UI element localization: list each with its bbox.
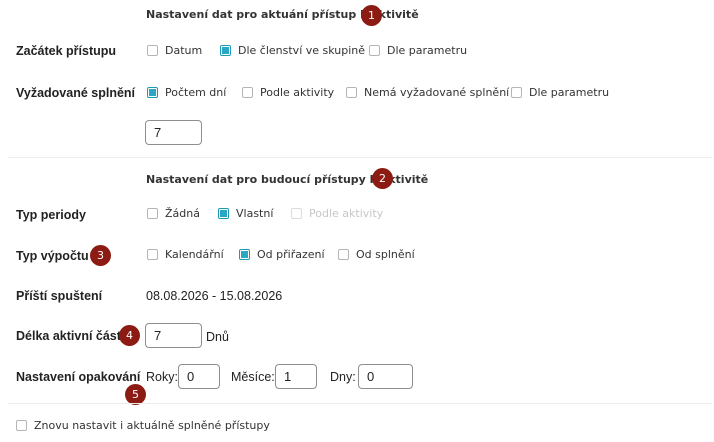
- checkbox[interactable]: [147, 45, 158, 56]
- checkbox[interactable]: [16, 420, 27, 431]
- calc-option-assignment[interactable]: Od přiřazení: [239, 248, 325, 261]
- checkbox[interactable]: [147, 249, 158, 260]
- checkbox[interactable]: [511, 87, 522, 98]
- access-start-option-group[interactable]: Dle členství ve skupině: [220, 44, 365, 57]
- completion-days-input[interactable]: [145, 120, 202, 145]
- checkbox[interactable]: [369, 45, 380, 56]
- period-option-none[interactable]: Žádná: [147, 207, 200, 220]
- completion-option-activity[interactable]: Podle aktivity: [242, 86, 334, 99]
- completion-option-none[interactable]: Nemá vyžadované splnění: [346, 86, 509, 99]
- access-start-option-date[interactable]: Datum: [147, 44, 202, 57]
- section-divider: [8, 403, 712, 404]
- required-completion-label: Vyžadované splnění: [16, 86, 136, 100]
- step-badge-4: 4: [119, 325, 140, 346]
- option-label: Znovu nastavit i aktuálně splněné přístu…: [34, 419, 270, 432]
- access-start-option-param[interactable]: Dle parametru: [369, 44, 467, 57]
- calc-option-calendar[interactable]: Kalendářní: [147, 248, 224, 261]
- option-label: Podle aktivity: [309, 207, 384, 220]
- option-label: Datum: [165, 44, 203, 57]
- period-option-custom[interactable]: Vlastní: [218, 207, 273, 220]
- repeat-settings-label: Nastavení opakování: [16, 370, 141, 384]
- next-run-label: Příští spuštení: [16, 289, 103, 303]
- option-label: Vlastní: [236, 207, 274, 220]
- repeat-months-input[interactable]: [275, 364, 317, 389]
- option-label: Podle aktivity: [260, 86, 335, 99]
- option-label: Dle parametru: [387, 44, 468, 57]
- period-type-label: Typ periody: [16, 208, 86, 222]
- next-run-value: 08.08.2026 - 15.08.2026: [146, 289, 283, 303]
- checkbox[interactable]: [147, 208, 158, 219]
- repeat-years-label: Roky:: [146, 370, 178, 384]
- repeat-days-label: Dny:: [330, 370, 356, 384]
- repeat-years-input[interactable]: [178, 364, 220, 389]
- period-option-activity: Podle aktivity: [291, 207, 383, 220]
- calc-type-label: Typ výpočtu: [16, 249, 89, 263]
- checkbox[interactable]: [218, 208, 229, 219]
- checkbox[interactable]: [242, 87, 253, 98]
- section-divider: [8, 157, 712, 158]
- completion-option-param[interactable]: Dle parametru: [511, 86, 609, 99]
- active-length-unit: Dnů: [206, 330, 229, 344]
- checkbox[interactable]: [346, 87, 357, 98]
- option-label: Od splnění: [356, 248, 415, 261]
- option-label: Dle parametru: [529, 86, 610, 99]
- checkbox: [291, 208, 302, 219]
- access-start-label: Začátek přístupu: [16, 44, 117, 58]
- option-label: Počtem dní: [165, 86, 227, 99]
- option-label: Dle členství ve skupině: [238, 44, 366, 57]
- reset-completed-option[interactable]: Znovu nastavit i aktuálně splněné přístu…: [16, 419, 270, 432]
- step-badge-1: 1: [361, 5, 382, 26]
- step-badge-5: 5: [125, 384, 146, 405]
- option-label: Od přiřazení: [257, 248, 325, 261]
- repeat-days-input[interactable]: [358, 364, 413, 389]
- repeat-months-label: Měsíce:: [231, 370, 275, 384]
- checkbox[interactable]: [239, 249, 250, 260]
- checkbox[interactable]: [338, 249, 349, 260]
- checkbox[interactable]: [220, 45, 231, 56]
- option-label: Nemá vyžadované splnění: [364, 86, 510, 99]
- checkbox[interactable]: [147, 87, 158, 98]
- step-badge-2: 2: [372, 168, 393, 189]
- completion-option-days[interactable]: Počtem dní: [147, 86, 226, 99]
- calc-option-completion[interactable]: Od splnění: [338, 248, 415, 261]
- option-label: Žádná: [165, 207, 200, 220]
- active-length-input[interactable]: [145, 323, 202, 348]
- active-length-label: Délka aktivní části: [16, 329, 125, 343]
- option-label: Kalendářní: [165, 248, 224, 261]
- step-badge-3: 3: [90, 245, 111, 266]
